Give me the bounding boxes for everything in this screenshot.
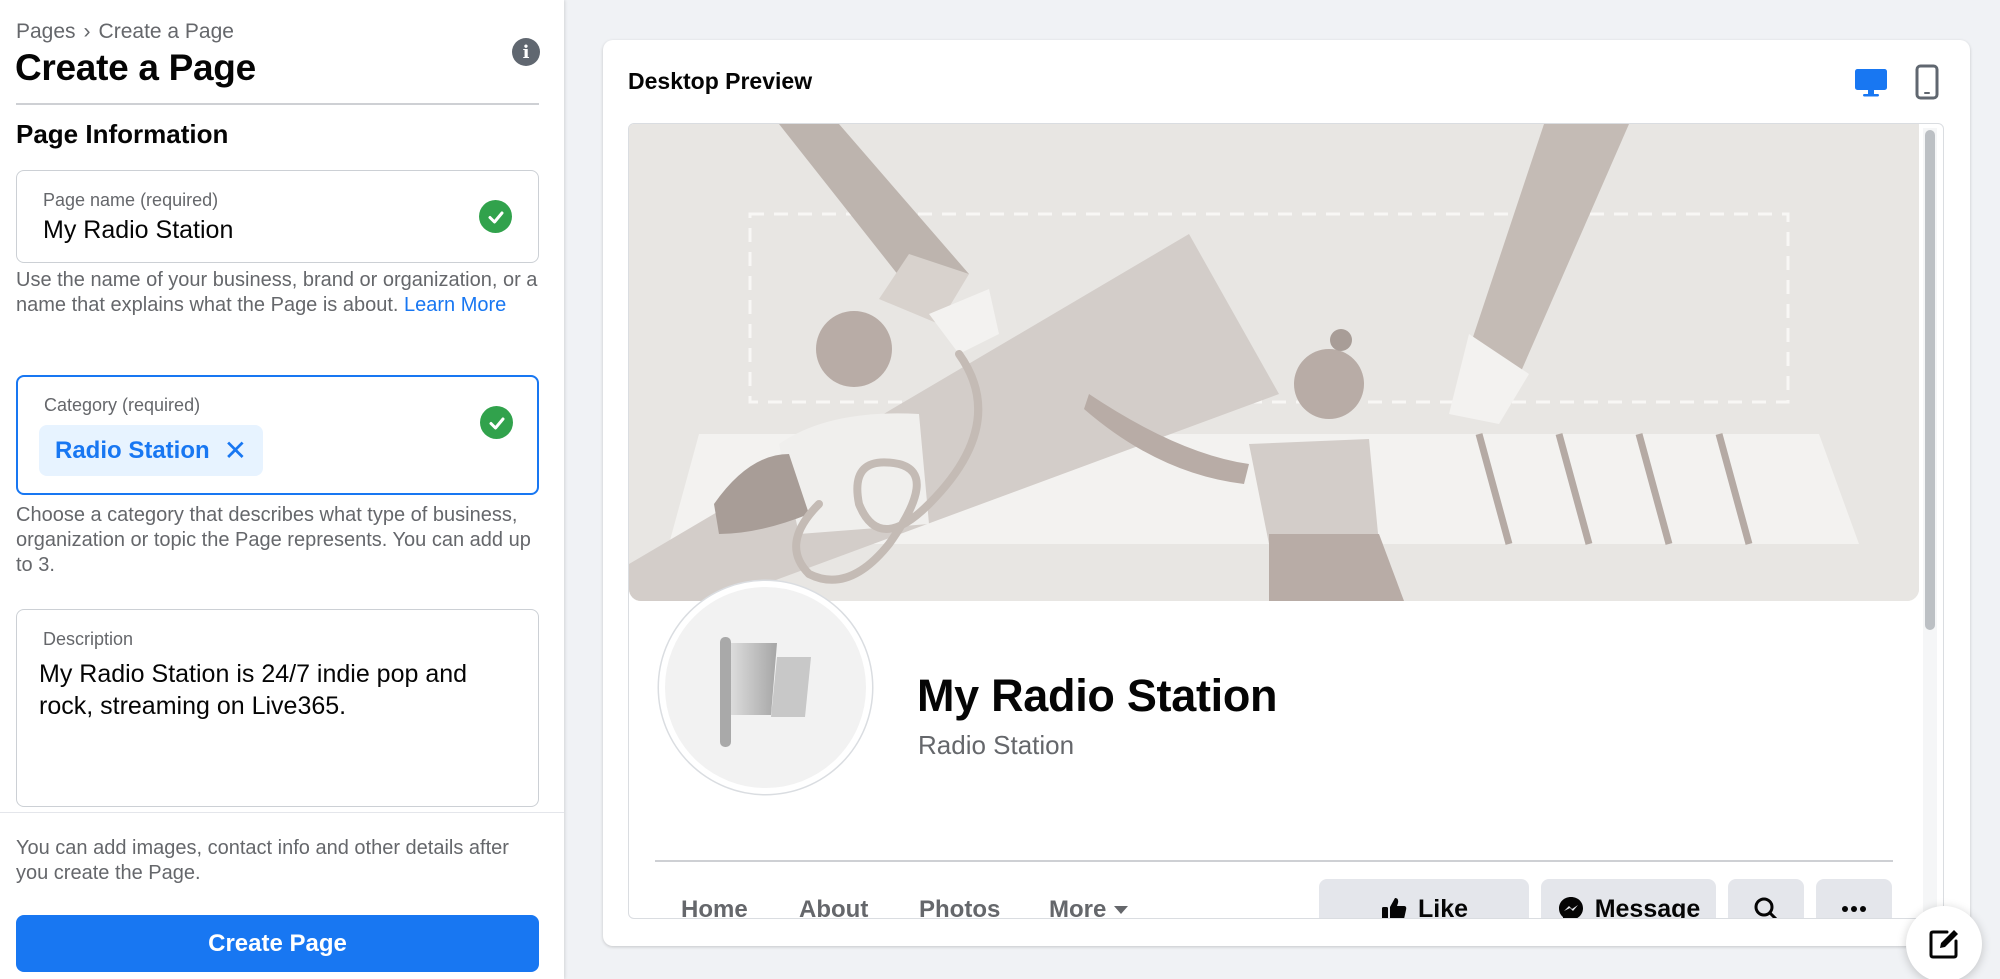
learn-more-link[interactable]: Learn More: [404, 294, 506, 316]
page-title: Create a Page: [15, 47, 256, 88]
title-divider: [16, 103, 539, 105]
check-icon: [479, 200, 512, 233]
category-help: Choose a category that describes what ty…: [16, 504, 531, 576]
check-icon: [480, 406, 513, 439]
page-name-field[interactable]: Page name (required) My Radio Station: [16, 170, 539, 263]
tab-home[interactable]: Home: [681, 896, 748, 918]
create-page-sidebar: Pages › Create a Page Create a Page i Pa…: [0, 0, 564, 979]
page-name-help: Use the name of your business, brand or …: [16, 268, 546, 318]
preview-title: Desktop Preview: [628, 68, 813, 94]
remove-chip-icon[interactable]: ✕: [224, 436, 247, 465]
message-button-label: Message: [1594, 894, 1701, 919]
description-label: Description: [43, 629, 134, 649]
category-chip-label: Radio Station: [55, 436, 210, 464]
page-name-input[interactable]: My Radio Station: [43, 216, 233, 245]
like-button[interactable]: Like: [1319, 879, 1529, 919]
more-options-button[interactable]: [1816, 879, 1892, 918]
profile-picture: [659, 581, 872, 794]
breadcrumb: Pages › Create a Page: [16, 20, 234, 44]
info-icon[interactable]: i: [512, 38, 540, 66]
like-icon: [1381, 898, 1407, 918]
page-name-label: Page name (required): [43, 190, 219, 210]
category-chip: Radio Station ✕: [39, 425, 264, 476]
tab-more[interactable]: More: [1049, 896, 1129, 919]
cover-photo: [629, 124, 1919, 601]
tabs-divider: [655, 860, 1893, 862]
compose-icon: [1929, 930, 1958, 959]
section-title: Page Information: [16, 119, 229, 149]
breadcrumb-separator: ›: [83, 20, 91, 43]
flag-icon: [720, 637, 811, 747]
tab-about[interactable]: About: [799, 896, 868, 918]
mobile-icon[interactable]: [1913, 64, 1941, 100]
breadcrumb-current: Create a Page: [98, 20, 234, 43]
like-button-label: Like: [1417, 894, 1469, 919]
tab-more-label: More: [1049, 896, 1107, 919]
compose-message-button[interactable]: [1906, 906, 1982, 979]
profile-name: My Radio Station: [917, 670, 1278, 721]
more-icon: [1842, 906, 1866, 912]
sidebar-footer: You can add images, contact info and oth…: [0, 812, 564, 979]
desktop-icon[interactable]: [1853, 64, 1889, 100]
sidebar-scroll-area[interactable]: Pages › Create a Page Create a Page i Pa…: [0, 0, 564, 812]
messenger-icon: [1558, 897, 1583, 918]
cover-illustration: [629, 124, 1919, 601]
description-field[interactable]: Description My Radio Station is 24/7 ind…: [16, 609, 539, 807]
message-button[interactable]: Message: [1541, 879, 1716, 919]
profile-category: Radio Station: [918, 730, 1075, 760]
preview-scrollbar-thumb[interactable]: [1925, 130, 1935, 630]
chevron-down-icon: [1114, 906, 1129, 914]
preview-card: Desktop Preview My Radio Station Radio S…: [603, 40, 1970, 946]
page-preview-frame: My Radio Station Radio Station Home Abou…: [628, 123, 1944, 919]
create-page-button[interactable]: Create Page: [16, 915, 539, 972]
tab-photos[interactable]: Photos: [919, 896, 1000, 918]
footer-note: You can add images, contact info and oth…: [16, 837, 509, 884]
preview-scrollbar[interactable]: [1923, 128, 1937, 916]
category-label: Category (required): [44, 395, 201, 415]
category-field[interactable]: Category (required) Radio Station ✕: [16, 375, 539, 495]
breadcrumb-parent-link[interactable]: Pages: [16, 20, 76, 44]
search-button[interactable]: [1728, 879, 1804, 918]
description-textarea[interactable]: My Radio Station is 24/7 indie pop and r…: [39, 658, 519, 722]
search-icon: [1754, 897, 1778, 918]
